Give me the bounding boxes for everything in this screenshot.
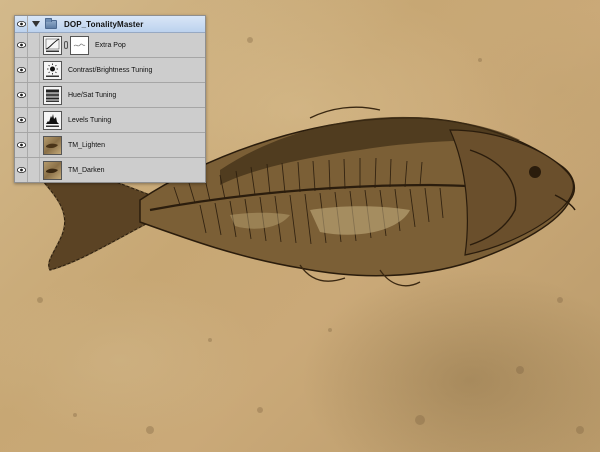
layer-row-contrast-brightness[interactable]: Contrast/Brightness Tuning [15, 58, 205, 83]
layer-name: TM_Darken [68, 166, 105, 174]
layer-name: Extra Pop [95, 41, 126, 49]
chain-link-icon[interactable] [64, 41, 68, 49]
eye-icon [16, 167, 26, 173]
indent-cell [28, 83, 40, 107]
indent-cell [28, 133, 40, 157]
visibility-toggle[interactable] [15, 133, 28, 157]
visibility-toggle[interactable] [15, 33, 28, 57]
layer-name: TM_Lighten [68, 141, 105, 149]
layer-row-hue-sat[interactable]: Hue/Sat Tuning [15, 83, 205, 108]
curves-icon[interactable] [43, 35, 62, 55]
indent-cell [28, 33, 40, 57]
visibility-toggle[interactable] [15, 16, 28, 32]
layer-name: Levels Tuning [68, 116, 112, 124]
brightness-icon[interactable] [43, 60, 62, 80]
layer-row-tm-lighten[interactable]: TM_Lighten [15, 133, 205, 158]
eye-icon [16, 42, 26, 48]
visibility-toggle[interactable] [15, 58, 28, 82]
eye-icon [16, 142, 26, 148]
expand-triangle-icon[interactable] [32, 21, 40, 27]
layer-row-tm-darken[interactable]: TM_Darken [15, 158, 205, 182]
hue-sat-icon[interactable] [43, 85, 62, 105]
levels-icon[interactable] [43, 110, 62, 130]
folder-icon [45, 17, 57, 29]
eye-icon [16, 21, 26, 27]
layer-group-row[interactable]: DOP_TonalityMaster [15, 16, 205, 33]
layer-mask-thumbnail[interactable] [70, 35, 89, 55]
layer-row-extra-pop[interactable]: Extra Pop [15, 33, 205, 58]
visibility-toggle[interactable] [15, 158, 28, 182]
indent-cell [28, 108, 40, 132]
image-thumbnail[interactable] [43, 160, 62, 180]
layer-name: Contrast/Brightness Tuning [68, 66, 153, 74]
indent-cell [28, 158, 40, 182]
group-name: DOP_TonalityMaster [64, 19, 144, 29]
visibility-toggle[interactable] [15, 108, 28, 132]
layer-name: Hue/Sat Tuning [68, 91, 117, 99]
eye-icon [16, 67, 26, 73]
indent-cell [28, 58, 40, 82]
eye-icon [16, 117, 26, 123]
eye-icon [16, 92, 26, 98]
layers-panel: DOP_TonalityMaster Extra Pop Contrast/Br… [14, 15, 206, 183]
layer-row-levels[interactable]: Levels Tuning [15, 108, 205, 133]
visibility-toggle[interactable] [15, 83, 28, 107]
image-thumbnail[interactable] [43, 135, 62, 155]
